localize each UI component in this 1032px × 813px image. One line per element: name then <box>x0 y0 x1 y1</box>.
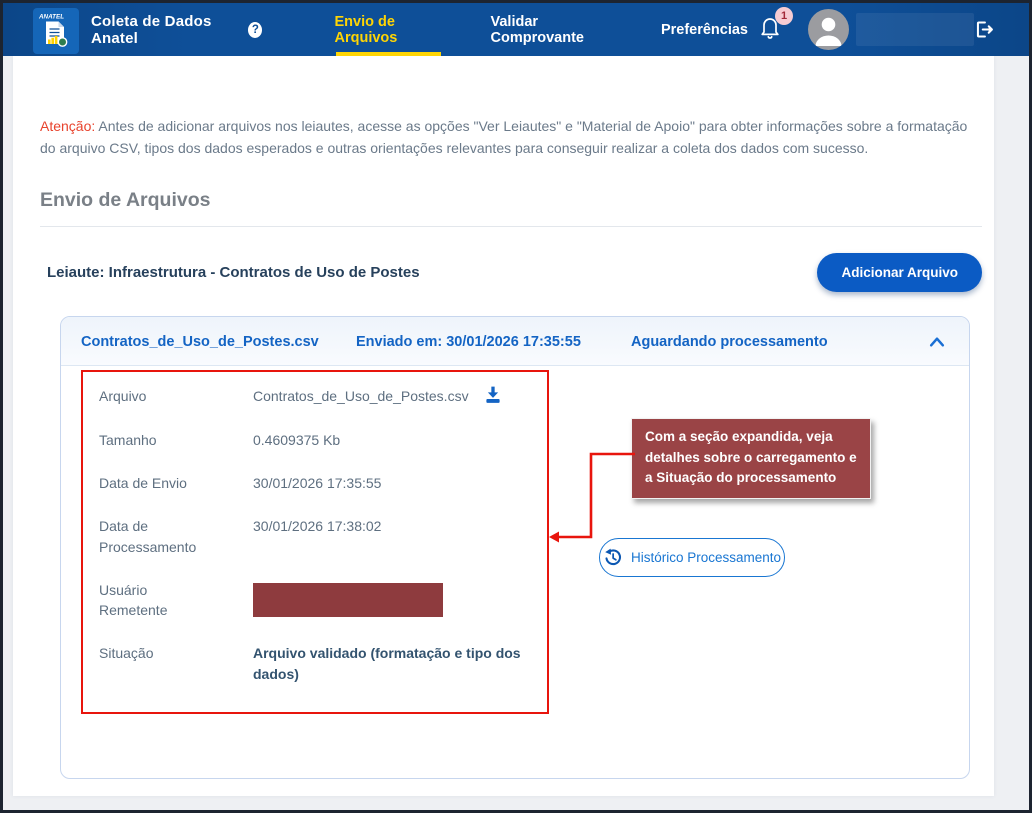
tab-envio-de-arquivos[interactable]: Envio de Arquivos <box>324 3 444 56</box>
download-icon <box>483 385 503 404</box>
redacted-sender-user <box>253 583 443 617</box>
tab-validar-comprovante[interactable]: Validar Comprovante <box>481 3 615 56</box>
detail-row-tamanho: Tamanho 0.4609375 Kb <box>99 430 529 450</box>
upload-card-body: Arquivo Contratos_de_Uso_de_Postes.csv <box>61 366 969 778</box>
add-file-button[interactable]: Adicionar Arquivo <box>817 253 982 292</box>
processing-status: Aguardando processamento <box>631 334 927 350</box>
detail-row-usuario-remetente: Usuário Remetente <box>99 580 529 621</box>
attention-notice: Atenção: Antes de adicionar arquivos nos… <box>40 56 982 159</box>
logout-icon <box>974 19 995 40</box>
navbar-right: 1 <box>758 9 974 50</box>
page-title: Envio de Arquivos <box>40 189 982 227</box>
layout-row: Leiaute: Infraestrutura - Contratos de U… <box>47 253 982 292</box>
sent-timestamp: Enviado em: 30/01/2026 17:35:55 <box>356 334 631 350</box>
callout-arrow <box>547 446 639 546</box>
detail-row-data-processamento: Data de Processamento 30/01/2026 17:38:0… <box>99 516 529 557</box>
main-nav: Envio de Arquivos Validar Comprovante Pr… <box>324 3 758 56</box>
anatel-logo-text: ANATEL <box>38 13 64 20</box>
avatar[interactable] <box>808 9 849 50</box>
tab-envio-label: Envio de Arquivos <box>334 14 434 46</box>
detail-label: Data de Processamento <box>99 516 205 557</box>
download-button[interactable] <box>483 385 503 404</box>
details-highlight-box: Arquivo Contratos_de_Uso_de_Postes.csv <box>81 370 549 714</box>
help-icon[interactable]: ? <box>248 22 262 38</box>
page-background: Atenção: Antes de adicionar arquivos nos… <box>3 56 1029 810</box>
notifications-button[interactable]: 1 <box>758 14 782 45</box>
detail-label: Usuário Remetente <box>99 580 205 621</box>
attention-prefix: Atenção: <box>40 118 95 134</box>
app-title: Coleta de Dados Anatel <box>91 13 242 47</box>
avatar-icon <box>808 9 849 50</box>
detail-label: Situação <box>99 643 205 684</box>
active-tab-underline <box>336 52 440 56</box>
processing-history-button[interactable]: Histórico Processamento <box>599 538 785 577</box>
upload-card: Contratos_de_Uso_de_Postes.csv Enviado e… <box>60 316 970 779</box>
detail-label: Arquivo <box>99 386 205 406</box>
app-viewport: ANATEL Coleta de Dados Anatel ? Envio de… <box>0 0 1032 813</box>
tab-preferencias[interactable]: Preferências <box>651 3 758 56</box>
uploaded-file-name: Contratos_de_Uso_de_Postes.csv <box>81 334 356 350</box>
tab-preferencias-label: Preferências <box>661 22 748 38</box>
logout-button[interactable] <box>974 19 995 40</box>
detail-label: Tamanho <box>99 430 205 450</box>
attention-text: Antes de adicionar arquivos nos leiautes… <box>40 118 967 156</box>
top-navbar: ANATEL Coleta de Dados Anatel ? Envio de… <box>3 3 1029 56</box>
detail-value-sent-date: 30/01/2026 17:35:55 <box>253 473 381 493</box>
chevron-up-icon <box>927 334 947 350</box>
detail-value-size: 0.4609375 Kb <box>253 430 340 450</box>
tab-validar-label: Validar Comprovante <box>491 14 605 46</box>
tutorial-callout: Com a seção expandida, veja detalhes sob… <box>631 418 871 499</box>
detail-value-file: Contratos_de_Uso_de_Postes.csv <box>253 386 469 406</box>
detail-row-data-envio: Data de Envio 30/01/2026 17:35:55 <box>99 473 529 493</box>
collapse-toggle[interactable] <box>927 334 947 350</box>
redacted-username <box>856 13 974 46</box>
history-button-label: Histórico Processamento <box>631 550 781 565</box>
detail-row-arquivo: Arquivo Contratos_de_Uso_de_Postes.csv <box>99 386 529 406</box>
history-icon <box>603 548 622 567</box>
detail-row-situacao: Situação Arquivo validado (formatação e … <box>99 643 529 684</box>
detail-label: Data de Envio <box>99 473 205 493</box>
anatel-logo: ANATEL <box>33 8 79 54</box>
upload-card-header[interactable]: Contratos_de_Uso_de_Postes.csv Enviado e… <box>61 317 969 366</box>
notification-badge: 1 <box>775 7 793 25</box>
anatel-logo-icon: ANATEL <box>35 10 77 52</box>
detail-value-status: Arquivo validado (formatação e tipo dos … <box>253 643 529 684</box>
detail-value-processing-date: 30/01/2026 17:38:02 <box>253 516 381 557</box>
layout-label: Leiaute: Infraestrutura - Contratos de U… <box>47 264 420 281</box>
main-panel: Atenção: Antes de adicionar arquivos nos… <box>13 56 994 796</box>
